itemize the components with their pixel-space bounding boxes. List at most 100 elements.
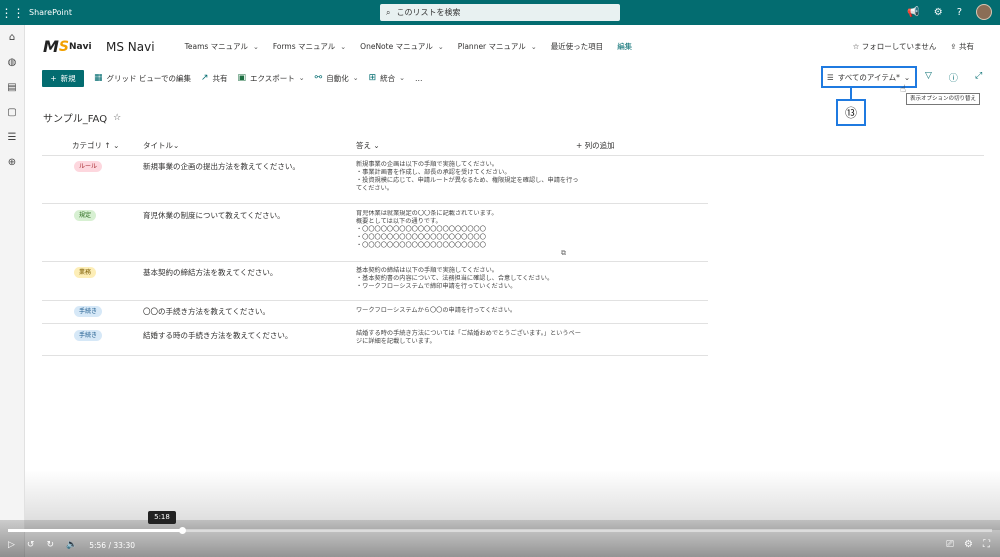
video-left-controls: ▷ ↺ ↻ 🔈 5:56 / 33:30 xyxy=(8,540,135,550)
site-share-button[interactable]: ⇪ 共有 xyxy=(950,41,974,52)
table-row[interactable]: 手続き 結婚する時の手続き方法を教えてください。 結婚する時の手続き方法について… xyxy=(42,324,708,356)
create-icon[interactable]: ⊕ xyxy=(0,150,24,175)
column-header-title[interactable]: タイトル⌄ xyxy=(143,140,179,151)
left-app-bar: ⌂ ◍ ▤ ▢ ☰ ⊕ xyxy=(0,25,25,557)
video-progress xyxy=(8,529,182,532)
follow-button[interactable]: ☆ フォローしていません xyxy=(853,41,937,52)
flow-icon: ⚯ xyxy=(314,73,323,83)
nav-item-recent[interactable]: 最近使った項目 xyxy=(551,41,604,52)
nav-item-onenote[interactable]: OneNote マニュアル ⌄ xyxy=(360,41,444,52)
row-answer: ワークフローシステムから〇〇の申請を行ってください。 xyxy=(356,307,517,314)
add-column-button[interactable]: + 列の追加 xyxy=(576,140,615,151)
logo-mark: M xyxy=(43,37,59,56)
export-button[interactable]: ▣ エクスポート ⌄ xyxy=(238,73,305,84)
nav-item-teams[interactable]: Teams マニュアル ⌄ xyxy=(185,41,259,52)
rewind-icon[interactable]: ↺ xyxy=(27,540,35,550)
suite-icons: 📢 ⚙ ? xyxy=(907,4,992,20)
list-title: サンプル_FAQ xyxy=(43,114,108,125)
help-icon[interactable]: ? xyxy=(957,7,962,18)
megaphone-icon[interactable]: 📢 xyxy=(907,7,919,18)
chevron-down-icon: ⌄ xyxy=(113,141,120,150)
row-title[interactable]: 結婚する時の手続き方法を教えてください。 xyxy=(143,330,292,341)
avatar[interactable] xyxy=(976,4,992,20)
sharepoint-brand[interactable]: SharePoint xyxy=(29,8,72,17)
plus-icon: + xyxy=(50,73,57,83)
row-title[interactable]: 基本契約の締結方法を教えてください。 xyxy=(143,267,277,278)
chevron-down-icon: ⌄ xyxy=(352,74,359,82)
timeline-scrubber[interactable] xyxy=(179,527,186,534)
column-header-answer[interactable]: 答え ⌄ xyxy=(356,140,380,151)
chevron-down-icon: ⌄ xyxy=(252,42,259,51)
table-row[interactable]: ルール 新規事業の企画の提出方法を教えてください。 新規事業の企画は以下の手順で… xyxy=(42,156,708,204)
chevron-down-icon: ⌄ xyxy=(373,141,380,150)
share-icon: ↗ xyxy=(200,73,209,83)
category-badge: 手続き xyxy=(74,306,103,317)
chevron-down-icon: ⌄ xyxy=(903,72,911,82)
fullscreen-icon[interactable]: ⛶ xyxy=(983,539,990,550)
nav-item-forms[interactable]: Forms マニュアル ⌄ xyxy=(273,41,346,52)
column-header-category[interactable]: カテゴリ ↑ ⌄ xyxy=(72,140,119,151)
video-right-controls: ⎚ ⚙ ⛶ xyxy=(946,539,990,550)
volume-icon[interactable]: 🔈 xyxy=(66,540,77,550)
site-logo[interactable]: M S Navi xyxy=(43,33,98,61)
globe-icon[interactable]: ◍ xyxy=(0,50,24,75)
view-actions: ▽ ⓘ ⤢ xyxy=(925,71,982,84)
site-name[interactable]: MS Navi xyxy=(106,40,155,54)
filter-icon[interactable]: ▽ xyxy=(925,71,932,84)
column-headers: カテゴリ ↑ ⌄ タイトル⌄ 答え ⌄ + 列の追加 xyxy=(42,134,984,156)
row-answer: 育児休業は就業規定の〇〇条に記載されています。 概要としては以下の通りです。 ・… xyxy=(356,210,498,249)
category-badge: 業務 xyxy=(74,267,97,278)
video-controls-bar xyxy=(0,520,1000,557)
chevron-down-icon: ⌄ xyxy=(399,74,406,82)
new-button[interactable]: + 新規 xyxy=(42,69,84,87)
search-placeholder: このリストを検索 xyxy=(396,8,461,17)
captions-icon[interactable]: ⎚ xyxy=(946,539,954,550)
settings-icon[interactable]: ⚙ xyxy=(934,7,943,18)
category-badge: 手続き xyxy=(74,330,103,341)
excel-icon: ▣ xyxy=(237,73,247,83)
search-box[interactable]: ⌕ このリストを検索 xyxy=(380,4,620,21)
video-time: 5:56 / 33:30 xyxy=(89,540,135,550)
row-answer: 結婚する時の手続き方法については「ご結婚おめでとうございます。」というページに詳… xyxy=(356,330,581,345)
settings-gear-icon[interactable]: ⚙ xyxy=(964,539,973,550)
files-icon[interactable]: ▢ xyxy=(0,100,24,125)
info-icon[interactable]: ⓘ xyxy=(949,71,958,84)
row-title[interactable]: 〇〇の手続き方法を教えてください。 xyxy=(143,306,270,317)
nav-edit-link[interactable]: 編集 xyxy=(617,41,632,52)
view-lines-icon: ☰ xyxy=(827,72,834,82)
integrate-button[interactable]: ⊞ 統合 ⌄ xyxy=(369,73,405,84)
chevron-down-icon: ⌄ xyxy=(340,42,347,51)
list-title-area: サンプル_FAQ ☆ xyxy=(43,110,121,126)
play-icon[interactable]: ▷ xyxy=(8,540,15,550)
table-row[interactable]: 手続き 〇〇の手続き方法を教えてください。 ワークフローシステムから〇〇の申請を… xyxy=(42,301,708,324)
row-title[interactable]: 新規事業の企画の提出方法を教えてください。 xyxy=(143,161,300,172)
category-badge: 規定 xyxy=(74,210,97,221)
home-icon[interactable]: ⌂ xyxy=(0,25,24,50)
favorite-star-icon[interactable]: ☆ xyxy=(113,113,121,123)
row-title[interactable]: 育児休業の制度について教えてください。 xyxy=(143,210,285,221)
automate-button[interactable]: ⚯ 自動化 ⌄ xyxy=(315,73,359,84)
chevron-down-icon: ⌄ xyxy=(530,42,537,51)
table-row[interactable]: 規定 育児休業の制度について教えてください。 育児休業は就業規定の〇〇条に記載さ… xyxy=(42,204,708,262)
site-navigation: Teams マニュアル ⌄ Forms マニュアル ⌄ OneNote マニュアル ⌄… xyxy=(185,41,647,52)
share-button[interactable]: ↗ 共有 xyxy=(201,73,228,84)
tooltip: 表示オプションの切り替え xyxy=(906,93,981,105)
nav-item-planner[interactable]: Planner マニュアル ⌄ xyxy=(458,41,537,52)
search-icon: ⌕ xyxy=(386,7,391,17)
table-row[interactable]: 業務 基本契約の締結方法を教えてください。 基本契約の締結は以下の手順で実施して… xyxy=(42,262,708,301)
category-badge: ルール xyxy=(74,161,103,172)
forward-icon[interactable]: ↻ xyxy=(46,540,54,550)
app-launcher-icon[interactable]: ⋮⋮ xyxy=(0,0,25,25)
grid-edit-button[interactable]: ▦ グリッド ビューでの編集 xyxy=(94,73,191,84)
site-header: M S Navi MS Navi Teams マニュアル ⌄ Forms マニュアル ⌄… xyxy=(25,25,1000,68)
news-icon[interactable]: ▤ xyxy=(0,75,24,100)
callout-number: ⑬ xyxy=(836,99,866,126)
expand-text-icon[interactable]: ⧉ xyxy=(561,249,566,258)
more-button[interactable]: … xyxy=(415,74,423,83)
integrate-icon: ⊞ xyxy=(368,73,377,83)
expand-icon[interactable]: ⤢ xyxy=(975,71,982,84)
lists-icon[interactable]: ☰ xyxy=(0,125,24,150)
row-answer: 基本契約の締結は以下の手順で実施してください。 ・基本契約書の内容について、法務… xyxy=(356,267,554,290)
chevron-down-icon: ⌄ xyxy=(298,74,305,82)
chevron-down-icon: ⌄ xyxy=(173,141,180,150)
